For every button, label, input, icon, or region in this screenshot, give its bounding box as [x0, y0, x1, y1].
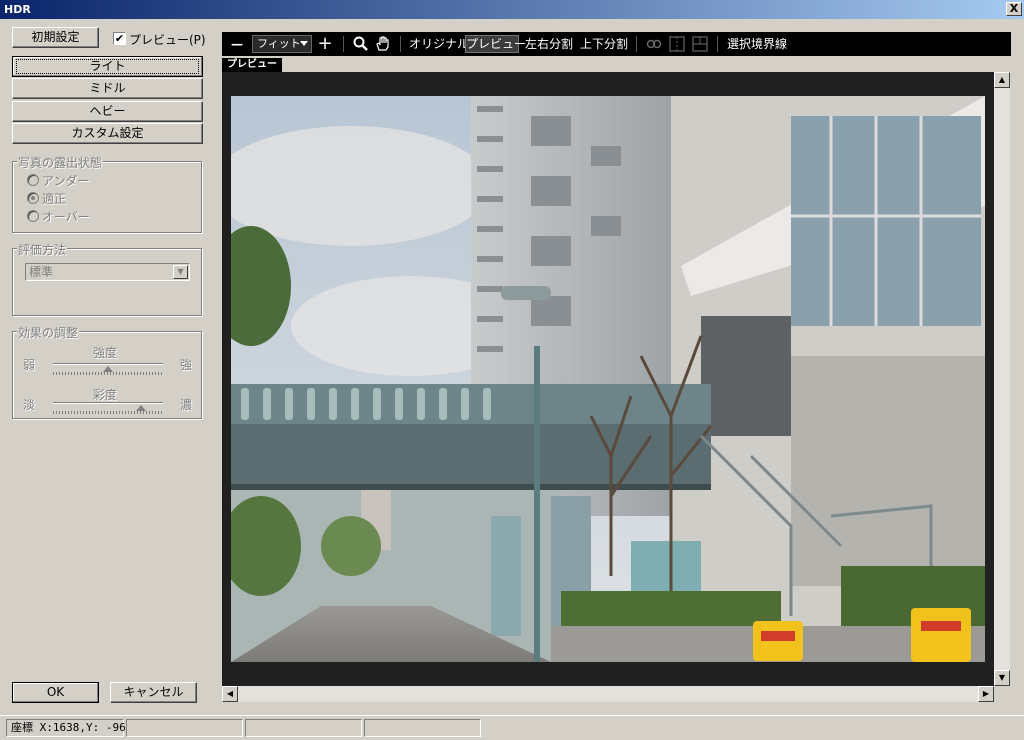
vertical-scrollbar[interactable]: ▲ ▼ [994, 72, 1010, 686]
ok-button[interactable]: OK [12, 682, 99, 703]
reset-button[interactable]: 初期設定 [12, 27, 99, 48]
zoom-select-value: フィット [257, 37, 301, 50]
viewer-toolbar: — フィット + オリジナル プレビュー 左右分割 上下分割 選択境界線 [222, 32, 1011, 56]
exposure-group-title: 写真の露出状態 [17, 154, 104, 171]
status-cell-empty [126, 719, 243, 737]
original-view-button[interactable]: オリジナル [409, 32, 469, 56]
scroll-up-button[interactable]: ▲ [994, 72, 1010, 88]
coordinate-readout: 座標 X:1638,Y: -96 [6, 719, 126, 737]
toolbar-divider [717, 36, 718, 52]
strength-label: 強度 [93, 346, 118, 360]
saturation-max-label: 濃 [180, 398, 193, 412]
status-cell-empty [245, 719, 362, 737]
exposure-normal-label: 適正 [42, 192, 67, 206]
evaluation-method-value: 標準 [29, 265, 54, 279]
strength-min-label: 弱 [23, 358, 36, 372]
toolbar-divider [343, 36, 344, 52]
toolbar-divider [400, 36, 401, 52]
status-bar: 座標 X:1638,Y: -96 [0, 715, 1024, 740]
saturation-slider-ticks [53, 411, 163, 414]
status-cell-empty [364, 719, 481, 737]
plus-icon[interactable]: + [316, 32, 334, 56]
split-top-bottom-button[interactable]: 上下分割 [579, 32, 629, 56]
title-bar: HDR X [0, 0, 1024, 19]
preset-custom-button[interactable]: カスタム設定 [12, 123, 203, 144]
image-viewer[interactable] [222, 72, 994, 686]
preset-middle-button[interactable]: ミドル [12, 78, 203, 99]
scroll-right-button[interactable]: ▶ [978, 686, 994, 702]
saturation-slider[interactable] [53, 402, 163, 404]
strength-slider-thumb[interactable] [103, 366, 113, 372]
evaluation-method-select[interactable]: 標準 ▼ [25, 263, 190, 281]
effect-group-title: 効果の調整 [17, 324, 80, 341]
strength-slider[interactable] [53, 363, 163, 365]
chevron-down-icon[interactable]: ▼ [173, 265, 188, 279]
strength-max-label: 強 [180, 358, 193, 372]
exposure-over-radio[interactable] [27, 210, 39, 222]
link-icon[interactable] [645, 32, 663, 56]
close-button[interactable]: X [1006, 2, 1022, 16]
preview-image [231, 96, 985, 662]
selection-border-button[interactable]: 選択境界線 [727, 32, 787, 56]
view-tabbar: プレビュー [222, 58, 1011, 72]
chevron-down-icon [300, 41, 308, 46]
exposure-normal-radio[interactable] [27, 192, 39, 204]
exposure-group: 写真の露出状態 [12, 154, 202, 233]
cancel-button[interactable]: キャンセル [110, 682, 197, 703]
saturation-slider-thumb[interactable] [136, 405, 146, 411]
scroll-left-button[interactable]: ◀ [222, 686, 238, 702]
split-left-right-button[interactable]: 左右分割 [524, 32, 574, 56]
exposure-over-label: オーバー [42, 210, 90, 224]
horizontal-scrollbar[interactable]: ◀ ▶ [222, 686, 994, 702]
focus-rect [16, 59, 199, 74]
strength-slider-ticks [53, 372, 163, 375]
saturation-min-label: 淡 [23, 398, 36, 412]
preview-checkbox-label[interactable]: プレビュー(P) [129, 31, 206, 48]
exposure-under-radio[interactable] [27, 174, 39, 186]
zoom-select[interactable]: フィット [252, 35, 312, 53]
evaluation-group: 評価方法 [12, 241, 202, 316]
tab-preview[interactable]: プレビュー [222, 58, 282, 72]
preview-checkbox[interactable]: ✔ [113, 32, 126, 45]
split-vertical-icon[interactable] [668, 32, 686, 56]
window-title: HDR [4, 3, 31, 16]
hand-icon[interactable] [374, 32, 392, 56]
minus-icon[interactable]: — [228, 32, 246, 56]
exposure-under-label: アンダー [42, 174, 90, 188]
saturation-label: 彩度 [93, 388, 118, 402]
evaluation-group-title: 評価方法 [17, 241, 68, 258]
toolbar-divider [636, 36, 637, 52]
split-horizontal-icon[interactable] [691, 32, 709, 56]
preset-heavy-button[interactable]: ヘビー [12, 101, 203, 122]
scroll-down-button[interactable]: ▼ [994, 670, 1010, 686]
magnifier-icon[interactable] [352, 32, 370, 56]
preview-view-button[interactable]: プレビュー [465, 35, 526, 53]
preset-light-button[interactable]: ライト [12, 56, 203, 77]
